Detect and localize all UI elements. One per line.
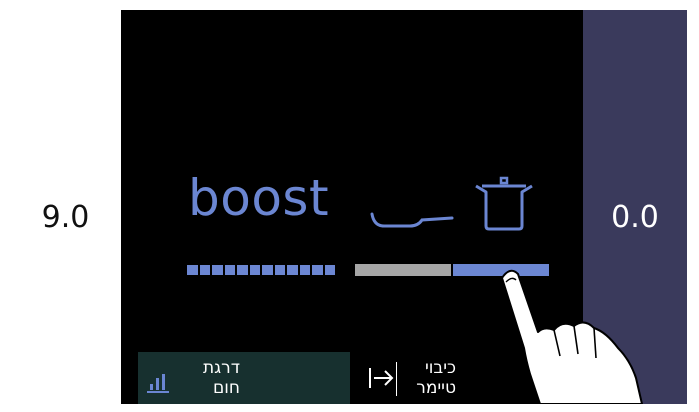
boost-label: boost [188,169,330,227]
power-level-segment [249,265,260,275]
power-level-segment [187,265,198,275]
left-zone-panel[interactable]: 9.0 [10,10,121,404]
power-level-segment [274,265,285,275]
power-level-segment [262,265,273,275]
power-level-segments[interactable] [187,265,335,275]
power-level-segment [237,265,248,275]
power-level-segment [324,265,335,275]
arrow-to-end-icon [369,368,394,388]
pot-icon[interactable] [472,176,536,234]
power-level-segment [224,265,235,275]
power-level-segment [299,265,310,275]
pointing-hand-icon [501,269,643,404]
heat-level-line1: דרגת [202,358,240,378]
pan-icon[interactable] [370,208,456,232]
power-level-segment [199,265,210,275]
timer-off-button[interactable]: כיבוי טיימר [360,352,480,404]
timer-off-line1: כיבוי [424,358,456,378]
pan-zone-bar[interactable] [355,264,451,276]
power-level-segment [287,265,298,275]
heat-level-label: דרגת חום [180,358,240,398]
left-zone-value: 9.0 [41,199,90,235]
power-level-segment [312,265,323,275]
timer-off-label: כיבוי טיימר [396,358,456,398]
cooktop-display: 9.0 0.0 boost דרגת חום כיבוי טיימר [10,10,687,404]
right-zone-value: 0.0 [611,199,659,235]
bar-chart-icon [147,374,169,393]
heat-level-button[interactable]: דרגת חום [138,352,350,404]
timer-off-line2: טיימר [416,378,456,398]
heat-level-line2: חום [212,378,240,398]
power-level-segment [212,265,223,275]
